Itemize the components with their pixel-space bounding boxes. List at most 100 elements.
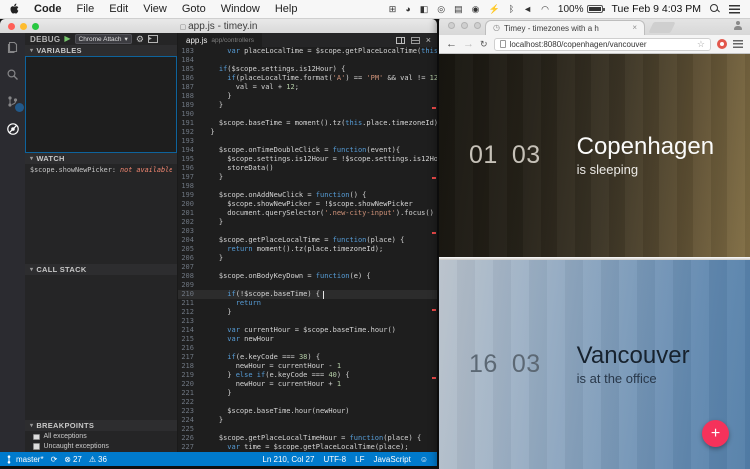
callstack-section-header[interactable]: ▾ CALL STACK — [25, 264, 177, 275]
breakpoint-checkbox[interactable] — [33, 443, 40, 450]
code-line[interactable]: 195 $scope.settings.is12Hour = !$scope.s… — [178, 155, 437, 164]
code-line[interactable]: 215 var newHour — [178, 335, 437, 344]
code-line[interactable]: 190 — [178, 110, 437, 119]
back-button[interactable]: ← — [446, 39, 457, 50]
explorer-icon[interactable] — [4, 39, 21, 56]
code-line[interactable]: 194 $scope.onTimeDoubleClick = function(… — [178, 146, 437, 155]
code-line[interactable]: 192 } — [178, 128, 437, 137]
browser-menu-icon[interactable] — [733, 40, 743, 48]
code-line[interactable]: 200 $scope.showNewPicker = !$scope.showN… — [178, 200, 437, 209]
menu-goto[interactable]: Goto — [182, 3, 206, 15]
volume-icon[interactable]: ◄ — [523, 4, 532, 14]
language-mode[interactable]: JavaScript — [373, 455, 410, 464]
search-icon[interactable] — [4, 66, 21, 83]
code-line[interactable]: 210 if(!$scope.baseTime) { — [178, 290, 437, 299]
code-line[interactable]: 186 if(placeLocalTime.format('A') == 'PM… — [178, 74, 437, 83]
code-line[interactable]: 202 } — [178, 218, 437, 227]
zoom-window-button[interactable] — [32, 23, 39, 30]
forward-button[interactable]: → — [463, 39, 474, 50]
app-icon-1[interactable]: ◕ — [405, 4, 410, 14]
close-tab-icon[interactable]: × — [632, 24, 637, 32]
code-line[interactable]: 218 newHour = currentHour - 1 — [178, 362, 437, 371]
editor-tab-appjs[interactable]: app.js app/controllers — [178, 33, 262, 47]
bookmark-star-icon[interactable]: ☆ — [697, 40, 705, 49]
debug-icon[interactable] — [4, 120, 21, 137]
feedback-smiley-icon[interactable]: ☺ — [420, 455, 428, 464]
code-line[interactable]: 198 — [178, 182, 437, 191]
code-line[interactable]: 214 var currentHour = $scope.baseTime.ho… — [178, 326, 437, 335]
code-line[interactable]: 189 } — [178, 101, 437, 110]
code-line[interactable]: 225 — [178, 425, 437, 434]
sync-check-icon[interactable]: ◎ — [437, 4, 445, 15]
menu-edit[interactable]: Edit — [109, 3, 128, 15]
display-icon[interactable]: ⊞ — [389, 4, 397, 15]
code-line[interactable]: 213 — [178, 317, 437, 326]
code-line[interactable]: 207 — [178, 263, 437, 272]
spotlight-icon[interactable] — [710, 4, 720, 14]
code-line[interactable]: 188 } — [178, 92, 437, 101]
breakpoint-row[interactable]: All exceptions — [25, 432, 177, 442]
sync-indicator[interactable]: ⟳ — [51, 455, 58, 464]
menu-view[interactable]: View — [143, 3, 167, 15]
code-line[interactable]: 197 } — [178, 173, 437, 182]
close-window-button[interactable] — [8, 23, 15, 30]
callstack-panel[interactable] — [25, 275, 177, 420]
debug-config-select[interactable]: Chrome Attach ▾ — [75, 34, 132, 44]
power-icon[interactable]: ⚡ — [489, 4, 500, 15]
code-line[interactable]: 220 newHour = currentHour + 1 — [178, 380, 437, 389]
apple-menu-icon[interactable] — [10, 3, 20, 15]
notification-center-icon[interactable] — [729, 5, 740, 14]
browser-tab[interactable]: ◷ Timey - timezones with a h × — [485, 20, 645, 35]
cursor-position[interactable]: Ln 210, Col 27 — [262, 455, 314, 464]
code-line[interactable]: 203 — [178, 227, 437, 236]
menu-file[interactable]: File — [77, 3, 95, 15]
variables-panel[interactable] — [25, 56, 177, 153]
code-line[interactable]: 212 } — [178, 308, 437, 317]
disc-icon[interactable]: ◉ — [472, 4, 480, 15]
watch-panel[interactable]: $scope.showNewPicker: not available — [25, 164, 177, 264]
city-time[interactable]: 1603 — [469, 350, 541, 379]
variables-section-header[interactable]: ▾ VARIABLES — [25, 45, 177, 56]
bluetooth-icon[interactable]: ᛒ — [509, 4, 514, 14]
menu-window[interactable]: Window — [221, 3, 260, 15]
warnings-indicator[interactable]: ⚠ 36 — [89, 455, 107, 464]
code-line[interactable]: 216 — [178, 344, 437, 353]
address-bar[interactable]: localhost:8080/copenhagen/vancouver ☆ — [494, 38, 711, 51]
close-window-button[interactable] — [448, 22, 455, 29]
wifi-icon[interactable]: ◠ — [541, 4, 549, 15]
code-line[interactable]: 193 — [178, 137, 437, 146]
watch-section-header[interactable]: ▾ WATCH — [25, 153, 177, 164]
editor-preview-icon[interactable] — [411, 37, 420, 44]
code-line[interactable]: 224 } — [178, 416, 437, 425]
code-line[interactable]: 187 val = val + 12; — [178, 83, 437, 92]
source-control-icon[interactable] — [4, 93, 21, 110]
start-debug-button[interactable]: ▶ — [64, 35, 70, 43]
code-line[interactable]: 226 $scope.getPlaceLocalTimeHour = funct… — [178, 434, 437, 443]
city-panel-copenhagen[interactable]: 0103Copenhagenis sleeping — [439, 54, 750, 257]
code-line[interactable]: 185 if($scope.settings.is12Hour) { — [178, 65, 437, 74]
add-city-fab[interactable]: + — [702, 420, 729, 447]
breakpoints-section-header[interactable]: ▾ BREAKPOINTS — [25, 420, 177, 431]
encoding-indicator[interactable]: UTF-8 — [323, 455, 346, 464]
code-line[interactable]: 221 } — [178, 389, 437, 398]
code-line[interactable]: 227 var time = $scope.getPlaceLocalTime(… — [178, 443, 437, 452]
vscode-titlebar[interactable]: app.js - timey.in — [0, 19, 437, 33]
printer-icon[interactable]: ▤ — [454, 4, 463, 15]
code-line[interactable]: 199 $scope.onAddNewClick = function() { — [178, 191, 437, 200]
errors-indicator[interactable]: ⊗ 27 — [64, 455, 82, 464]
code-line[interactable]: 206 } — [178, 254, 437, 263]
code-line[interactable]: 183 var placeLocalTime = $scope.getPlace… — [178, 47, 437, 56]
code-line[interactable]: 219 } else if(e.keyCode === 40) { — [178, 371, 437, 380]
close-editor-icon[interactable]: × — [426, 36, 431, 45]
code-line[interactable]: 191 $scope.baseTime = moment().tz(this.p… — [178, 119, 437, 128]
zoom-window-button[interactable] — [474, 22, 481, 29]
code-line[interactable]: 217 if(e.keyCode === 38) { — [178, 353, 437, 362]
code-line[interactable]: 201 document.querySelector('.new-city-in… — [178, 209, 437, 218]
city-time[interactable]: 0103 — [469, 141, 541, 170]
split-editor-icon[interactable] — [396, 37, 405, 44]
code-line[interactable]: 211 return — [178, 299, 437, 308]
code-line[interactable]: 208 $scope.onBodyKeyDown = function(e) { — [178, 272, 437, 281]
reload-button[interactable]: ↻ — [480, 40, 488, 49]
code-line[interactable]: 209 — [178, 281, 437, 290]
minimize-window-button[interactable] — [461, 22, 468, 29]
